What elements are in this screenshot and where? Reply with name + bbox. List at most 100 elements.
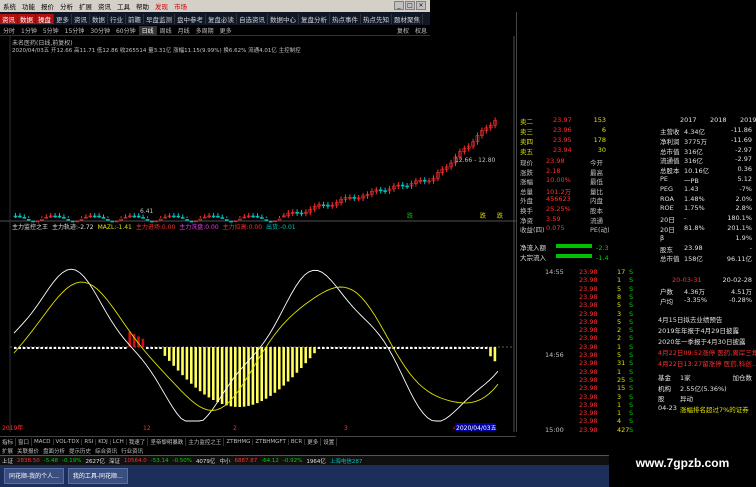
indicator-tab-6[interactable]: LCH <box>111 438 127 445</box>
menu-item-0[interactable]: 系统 <box>0 1 19 11</box>
tab-period-2[interactable]: 5分钟 <box>40 26 62 35</box>
indicator-value: 0.00 <box>205 224 219 231</box>
ext-tab-5[interactable]: 行业资讯 <box>119 447 145 455</box>
toolbar-item-3[interactable]: 更多 <box>54 13 72 24</box>
indicator-tab-4[interactable]: RSI <box>82 438 97 445</box>
toolbar-item-8[interactable]: 早盘监测 <box>144 13 175 24</box>
indicator-tab-7[interactable]: 我速了 <box>127 437 149 446</box>
ext-tab-0[interactable]: 扩展 <box>0 447 15 455</box>
menu-item-6[interactable]: 工具 <box>114 1 133 11</box>
menu-item-7[interactable]: 帮助 <box>133 1 152 11</box>
toolbar-item-16[interactable]: 题材聚焦 <box>392 13 423 24</box>
sell-label: 卖四 <box>520 138 533 146</box>
indicator-bar <box>304 347 307 364</box>
tab-right-0[interactable]: 复权 <box>394 26 412 35</box>
indicator-tab-1[interactable]: 窗口 <box>16 437 33 446</box>
tab-period-5[interactable]: 60分钟 <box>113 26 139 35</box>
menu-item-2[interactable]: 报价 <box>38 1 57 11</box>
taskbar-item-1[interactable]: 我的工具-同花顺... <box>67 468 128 484</box>
menu-item-1[interactable]: 功能 <box>19 1 38 11</box>
ext-tab-2[interactable]: 盘面分析 <box>41 447 67 455</box>
indicator-value: 0.00 <box>248 224 263 231</box>
news-item[interactable]: 2020年一季报于4月30日披露 <box>612 336 754 346</box>
toolbar-item-11[interactable]: 自选资讯 <box>237 13 268 24</box>
toolbar-item-14[interactable]: 热点事件 <box>330 13 361 24</box>
indicator-tab-2[interactable]: MACD <box>32 438 54 445</box>
indicator-bar <box>97 347 101 349</box>
toolbar-item-5[interactable]: 数据 <box>90 13 108 24</box>
indicator-bar <box>44 347 48 349</box>
indicator-bar <box>436 347 439 349</box>
kline-chart[interactable]: 17.6315.6314.6312.6310.638.657.635.6312.… <box>0 36 536 432</box>
indicator-tab-8[interactable]: 坚帝黎明暴跌 <box>148 437 187 446</box>
news-item[interactable]: 4月22日13:27留涨停 医药,科创... <box>612 358 756 368</box>
indicator-tab-9[interactable]: 主力监控之王 <box>186 437 225 446</box>
candle-body <box>224 219 229 221</box>
chart-area[interactable]: 17.6315.6314.6312.6310.638.657.635.6312.… <box>0 36 536 432</box>
tick-vol: 15 <box>617 384 626 393</box>
menu-extra-0[interactable]: 发现 <box>152 1 171 11</box>
toolbar-item-6[interactable]: 行业 <box>108 13 126 24</box>
indicator-tab-14[interactable]: 设置 <box>321 437 338 446</box>
menu-item-4[interactable]: 扩展 <box>76 1 95 11</box>
news-text[interactable]: 4月15日拟去业绩预告 <box>658 314 722 324</box>
indicator-tab-3[interactable]: VOL-TDX <box>54 438 83 445</box>
tick-vol: 5 <box>617 317 622 326</box>
taskbar-item-0[interactable]: 同花顺-我的个人... <box>4 468 64 484</box>
maximize-icon[interactable]: □ <box>405 1 415 10</box>
menu-item-5[interactable]: 资讯 <box>95 1 114 11</box>
close-icon[interactable]: × <box>416 1 426 10</box>
toolbar-item-4[interactable]: 资讯 <box>72 13 90 24</box>
tab-period-4[interactable]: 30分钟 <box>87 26 113 35</box>
stat-value: 0.075 <box>546 224 565 233</box>
news-text[interactable]: 4月22日09:52涨停 医药,离岸三角 <box>658 347 756 357</box>
toolbar-item-10[interactable]: 复盘必读 <box>206 13 237 24</box>
toolbar-item-15[interactable]: 热点先知 <box>361 13 392 24</box>
indicator-tab-5[interactable]: KDJ <box>96 438 111 445</box>
news-item[interactable]: 2019年年报于4月29日披露 <box>612 325 754 335</box>
fund-row: 主营收 4.34亿 -11.86 <box>612 126 754 136</box>
tab-right-1[interactable]: 权息 <box>412 26 430 35</box>
indicator-tab-10[interactable]: ZTBHMG <box>224 438 254 445</box>
toolbar-item-2[interactable]: 操盘 <box>36 13 54 24</box>
ext-tab-1[interactable]: 关联报价 <box>15 447 41 455</box>
news-text[interactable]: 2020年一季报于4月30日披露 <box>658 336 745 346</box>
tab-period-3[interactable]: 15分钟 <box>62 26 88 35</box>
toolbar-item-9[interactable]: 盘中参考 <box>175 13 206 24</box>
indicator-tab-13[interactable]: 更多 <box>305 437 322 446</box>
tab-period-6[interactable]: 日线 <box>138 25 157 35</box>
tab-period-7[interactable]: 周线 <box>157 26 175 35</box>
indicator-tab-12[interactable]: BCR <box>289 438 306 445</box>
fund-value: 4.34亿 <box>684 128 705 136</box>
toolbar-item-7[interactable]: 前瞻 <box>126 13 144 24</box>
news-text[interactable]: 4月22日13:27留涨停 医药,科创... <box>658 358 756 368</box>
tab-period-10[interactable]: 更多 <box>217 26 235 35</box>
news-item[interactable]: 4月15日拟去业绩预告 <box>612 314 754 324</box>
menu-extra-1[interactable]: 市场 <box>171 1 190 11</box>
indicator-bar <box>273 347 277 393</box>
tick-vol: 5 <box>617 284 622 293</box>
indicator-legend: 主力监控之王 主力轨迹:-2.72 MAZL:-1.41 主力进场:0.00 主力洗盘:… <box>12 222 296 231</box>
minimize-icon[interactable]: _ <box>394 1 404 10</box>
ext-tab-3[interactable]: 提示历史 <box>67 447 93 455</box>
sell-vol: 30 <box>597 146 606 154</box>
tick-side: S <box>629 384 634 393</box>
menu-item-3[interactable]: 分析 <box>57 1 76 11</box>
tick-vol: 3 <box>617 309 622 318</box>
tab-period-1[interactable]: 1分钟 <box>18 26 40 35</box>
toolbar-item-1[interactable]: 数据 <box>18 13 36 24</box>
toolbar-item-13[interactable]: 复盘分析 <box>299 13 330 24</box>
indicator-tab-11[interactable]: ZTBHMGFT <box>253 438 289 445</box>
news-text[interactable]: 2019年年报于4月29日披露 <box>658 325 739 335</box>
toolbar-item-12[interactable]: 数据中心 <box>268 13 299 24</box>
tick-vol: 5 <box>617 301 622 310</box>
news-item[interactable]: 4月22日09:52涨停 医药,离岸三角 <box>612 347 756 357</box>
indicator-tab-0[interactable]: 指标 <box>0 437 17 446</box>
ext-tab-4[interactable]: 综合资讯 <box>93 447 119 455</box>
tab-period-0[interactable]: 分时 <box>0 26 18 35</box>
indicator-label: 主力轨迹: <box>52 224 79 231</box>
tab-period-9[interactable]: 多周期 <box>193 26 217 35</box>
tab-period-8[interactable]: 月线 <box>175 26 193 35</box>
indicator-bar <box>366 347 369 349</box>
toolbar-item-0[interactable]: 资讯 <box>0 13 18 24</box>
